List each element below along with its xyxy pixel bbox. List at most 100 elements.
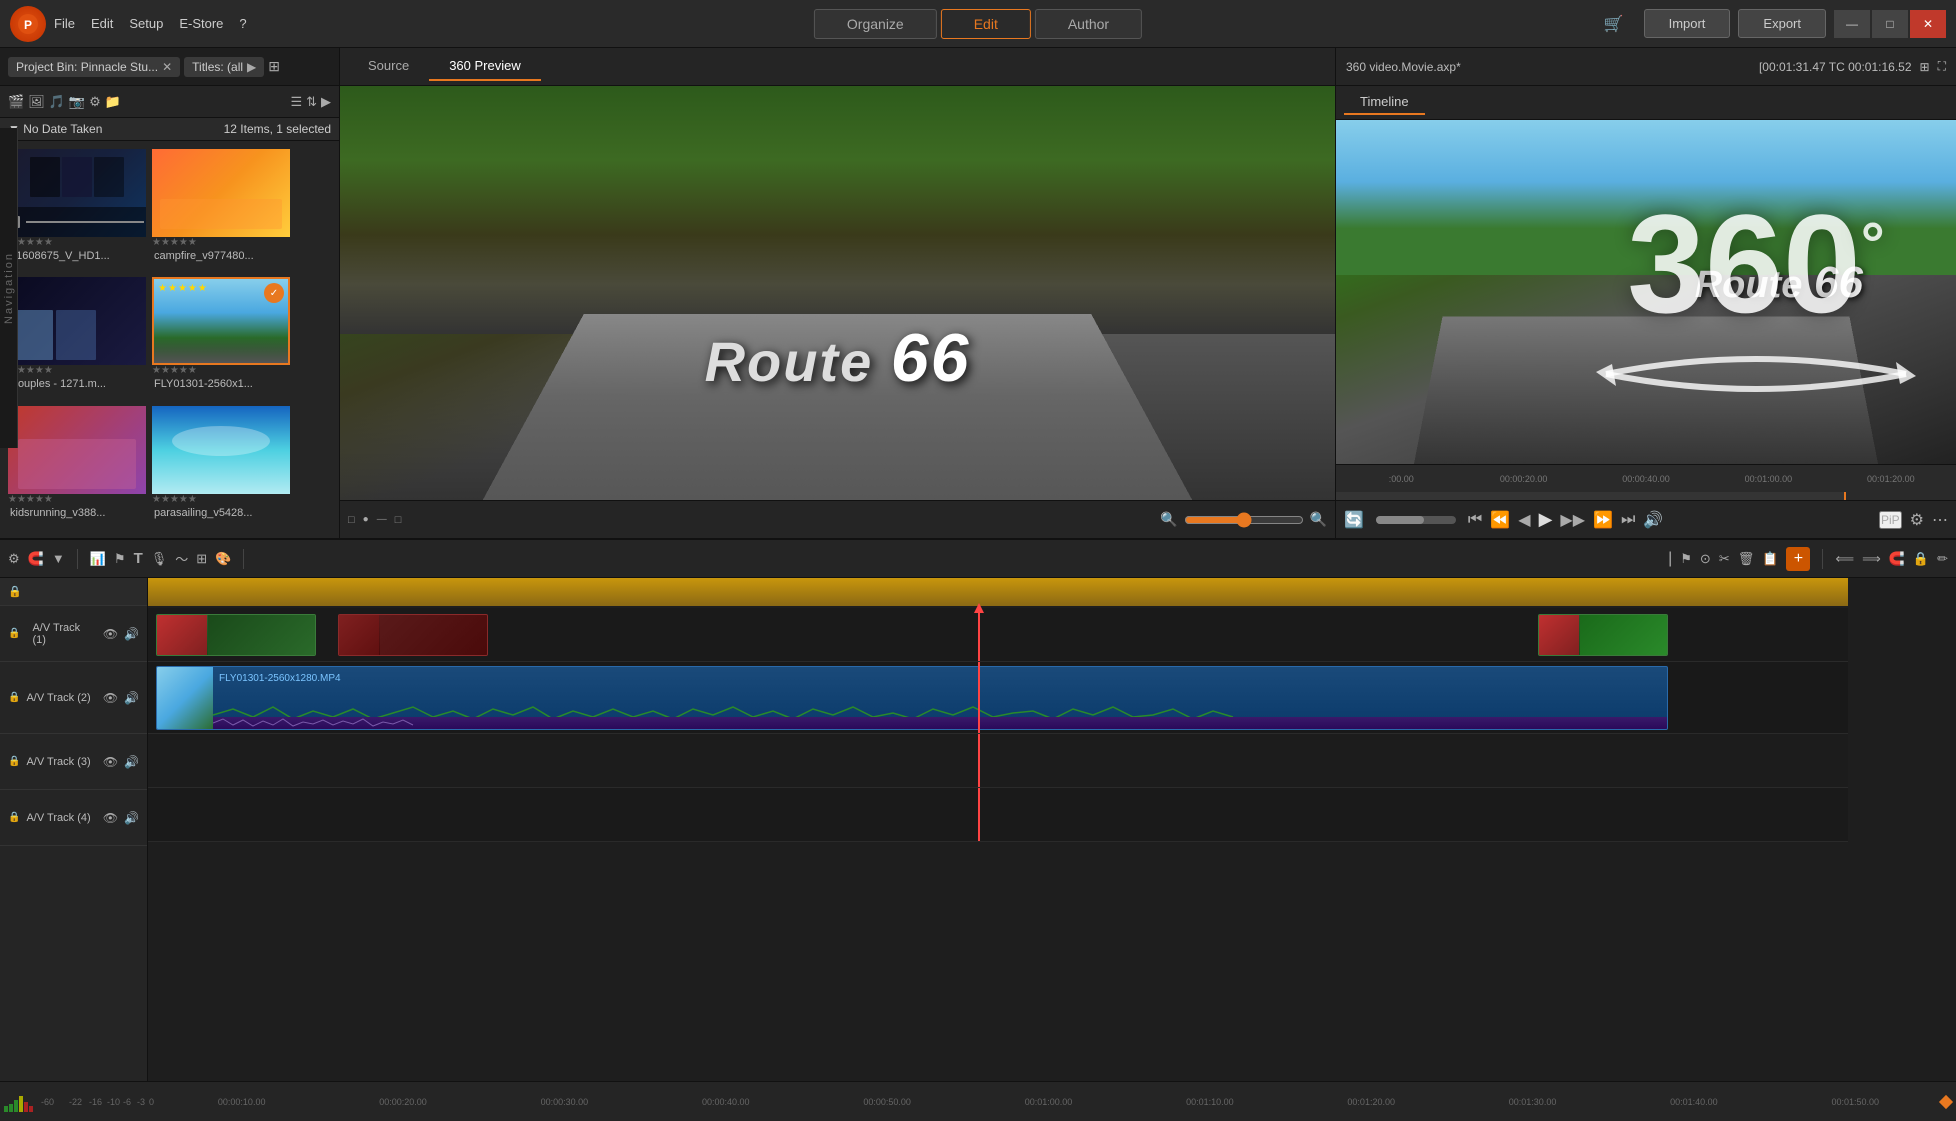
close-button[interactable]: ✕ <box>1910 10 1946 38</box>
media-item[interactable]: ★★★★★ parasailing_v5428... <box>152 406 292 530</box>
tl-chapter-btn[interactable]: ⊙ <box>1700 551 1711 567</box>
bin-close[interactable]: ✕ <box>162 60 172 74</box>
tl-separator-3 <box>1822 549 1823 569</box>
titles-button[interactable]: Titles: (all ▶ <box>184 57 264 77</box>
zoom-out-icon[interactable]: 🔍 <box>1160 511 1177 528</box>
panel-layout-btn[interactable]: ⊞ <box>268 58 280 75</box>
tl-zoom-out[interactable]: ⟸ <box>1835 551 1854 567</box>
bin-toolbar: 🎬 🖼 🎵 📷 ⚙ 📁 ☰ ⇅ ▶ <box>0 86 339 118</box>
tl-voice-btn[interactable]: 〜 <box>175 549 188 568</box>
play-button[interactable]: ▶ <box>1539 509 1553 530</box>
tl-settings-btn[interactable]: ⚙ <box>8 551 20 567</box>
bin-video-icon[interactable]: 🎬 <box>8 94 24 110</box>
tl-cut-btn[interactable]: ✂ <box>1719 551 1730 567</box>
tl-more-btn[interactable]: ▼ <box>52 551 65 566</box>
tl-lock-btn[interactable]: 🔒 <box>1913 551 1929 567</box>
tab-edit[interactable]: Edit <box>941 9 1031 39</box>
tl-grid-btn[interactable]: ⊞ <box>196 551 207 567</box>
track-1-audio[interactable]: 🔊 <box>124 627 139 641</box>
tl-pen-btn[interactable]: ✏ <box>1937 551 1948 567</box>
clip-1c[interactable] <box>1538 614 1668 656</box>
track-4-eye[interactable]: 👁 <box>103 811 118 825</box>
bin-sort-icon[interactable]: ⇅ <box>306 94 317 110</box>
menu-edit[interactable]: Edit <box>91 16 113 31</box>
mute-button[interactable]: 🔊 <box>1643 510 1663 530</box>
track-4-audio[interactable]: 🔊 <box>124 811 139 825</box>
zoom-slider[interactable] <box>1184 512 1304 528</box>
track-3-eye[interactable]: 👁 <box>103 755 118 769</box>
menu-help[interactable]: ? <box>239 16 246 31</box>
track-1-eye[interactable]: 👁 <box>103 627 118 641</box>
level-bar <box>9 1104 13 1112</box>
media-item[interactable]: ★★★★★ 91608675_V_HD1... <box>8 149 148 273</box>
clip-1b[interactable] <box>338 614 488 656</box>
loop-button[interactable]: 🔄 <box>1344 510 1364 530</box>
menu-estore[interactable]: E-Store <box>179 16 223 31</box>
settings-transport[interactable]: ⚙ <box>1910 510 1924 530</box>
timeline-toolbar: ⚙ 🧲 ▼ 📊 ⚑ T 🎙 〜 ⊞ 🎨 | ⚑ ⊙ ✂ 🗑 📋 + ⟸ ⟹ 🧲 <box>0 540 1956 578</box>
tl-copy-btn[interactable]: 📋 <box>1762 551 1778 567</box>
track-2-audio[interactable]: 🔊 <box>124 691 139 705</box>
rewind[interactable]: ◀ <box>1518 510 1530 530</box>
bin-list-icon[interactable]: ☰ <box>290 94 302 110</box>
media-thumb <box>152 406 290 494</box>
minimize-button[interactable]: — <box>1834 10 1870 38</box>
tl-marker-btn[interactable]: ⚑ <box>114 551 126 567</box>
bin-photo-icon[interactable]: 🖼 <box>28 94 45 110</box>
menu-file[interactable]: File <box>54 16 75 31</box>
zoom-in-icon[interactable]: 🔍 <box>1310 511 1327 528</box>
tab-timeline[interactable]: Timeline <box>1344 90 1425 115</box>
fullscreen-icon[interactable]: ⛶ <box>1938 59 1946 74</box>
expand-right-icon[interactable]: ⊞ <box>1920 60 1930 74</box>
right-route-66: Route 66 <box>1695 258 1863 308</box>
tab-organize[interactable]: Organize <box>814 9 937 39</box>
media-item-selected[interactable]: ✓ ★ ★ ★ ★ ★ ★★★★★ FLY01301-2560x1... <box>152 277 292 401</box>
media-item[interactable]: ★★★★★ Couples - 1271.m... <box>8 277 148 401</box>
tl-add-track-btn[interactable]: + <box>1786 547 1810 571</box>
tl-flag-btn[interactable]: ⚑ <box>1680 551 1692 567</box>
dot-indicator: ● <box>363 514 369 525</box>
step-forward[interactable]: ⏩ <box>1593 510 1613 530</box>
bin-title[interactable]: Project Bin: Pinnacle Stu... ✕ <box>8 57 180 77</box>
tl-audio-btn[interactable]: 🎙 <box>151 551 168 567</box>
playhead-bar[interactable] <box>1336 492 1956 500</box>
clip-360[interactable]: FLY01301-2560x1280.MP4 <box>156 666 1668 730</box>
clip-1a[interactable] <box>156 614 316 656</box>
tl-text-btn[interactable]: T <box>134 550 143 567</box>
maximize-button[interactable]: □ <box>1872 10 1908 38</box>
tl-delete-btn[interactable]: 🗑 <box>1738 551 1755 567</box>
menu-setup[interactable]: Setup <box>129 16 163 31</box>
tl-ripple-btn[interactable]: ⟹ <box>1862 551 1881 567</box>
export-button[interactable]: Export <box>1738 9 1826 38</box>
skip-to-start[interactable]: ⏮ <box>1468 511 1482 529</box>
fast-forward[interactable]: ▶▶ <box>1560 510 1585 530</box>
import-button[interactable]: Import <box>1644 9 1731 38</box>
media-item[interactable]: ★★★★★ campfire_v977480... <box>152 149 292 273</box>
master-track-label: 🔒 <box>0 578 147 606</box>
bin-more-icon[interactable]: ▶ <box>321 94 331 110</box>
tl-graph-btn[interactable]: 📊 <box>90 551 106 567</box>
pip-button[interactable]: PiP <box>1879 511 1902 529</box>
tab-author[interactable]: Author <box>1035 9 1142 39</box>
tl-magnet-btn[interactable]: 🧲 <box>1889 551 1905 567</box>
bin-capture-icon[interactable]: 📷 <box>69 94 85 110</box>
media-item[interactable]: ★★★★★ kidsrunning_v388... <box>8 406 148 530</box>
track-3-audio[interactable]: 🔊 <box>124 755 139 769</box>
bin-folder-icon[interactable]: 📁 <box>105 94 121 110</box>
tab-source[interactable]: Source <box>348 52 429 81</box>
playhead <box>978 608 980 661</box>
more-transport[interactable]: ⋯ <box>1932 510 1948 530</box>
bin-audio-icon[interactable]: 🎵 <box>49 94 65 110</box>
tab-360-preview[interactable]: 360 Preview <box>429 52 541 81</box>
bin-settings-icon[interactable]: ⚙ <box>89 94 101 110</box>
tl-effects-btn[interactable]: 🎨 <box>215 551 231 567</box>
step-back[interactable]: ⏪ <box>1490 510 1510 530</box>
tl-playhead-btn[interactable]: | <box>1668 550 1672 568</box>
audio-levels <box>4 1092 33 1112</box>
skip-to-end[interactable]: ⏭ <box>1621 511 1635 529</box>
playhead-diamond[interactable] <box>1940 1096 1952 1108</box>
track-2-eye[interactable]: 👁 <box>103 691 118 705</box>
tl-snap-btn[interactable]: 🧲 <box>28 551 44 567</box>
cart-icon[interactable]: 🛒 <box>1604 14 1624 34</box>
volume-bar[interactable] <box>1376 516 1456 524</box>
